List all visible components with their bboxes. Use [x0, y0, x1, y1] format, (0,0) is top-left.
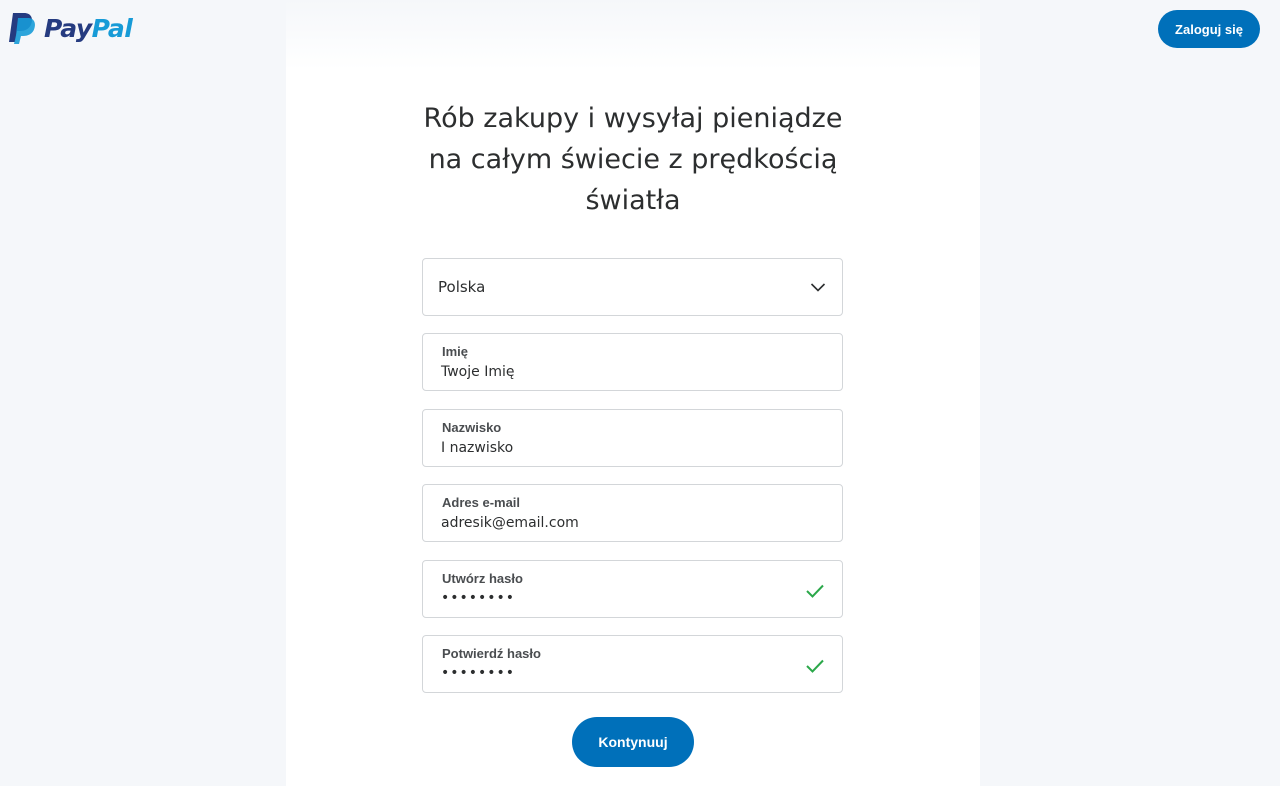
password-field[interactable]: Utwórz hasło ••••••••: [422, 560, 843, 618]
email-label: Adres e-mail: [442, 495, 521, 510]
last-name-input[interactable]: I nazwisko: [441, 440, 513, 456]
password-input[interactable]: ••••••••: [441, 590, 515, 606]
logo-text-pay: Pay: [44, 13, 92, 43]
checkmark-icon: [806, 584, 824, 598]
last-name-field[interactable]: Nazwisko I nazwisko: [422, 409, 843, 467]
logo-text-pal: Pal: [91, 13, 133, 43]
paypal-wordmark: PayPal: [44, 13, 133, 43]
password-label: Utwórz hasło: [442, 571, 523, 586]
password-confirm-input[interactable]: ••••••••: [441, 665, 515, 681]
signup-page: PayPal Zaloguj się Rób zakupy i wysyłaj …: [0, 0, 1280, 786]
paypal-logo[interactable]: PayPal: [6, 10, 133, 46]
password-confirm-field[interactable]: Potwierdź hasło ••••••••: [422, 635, 843, 693]
last-name-label: Nazwisko: [442, 420, 502, 435]
first-name-label: Imię: [442, 344, 469, 359]
country-select-value: Polska: [438, 278, 486, 296]
continue-button[interactable]: Kontynuuj: [572, 717, 694, 767]
chevron-down-icon: [810, 283, 826, 292]
first-name-field[interactable]: Imię Twoje Imię: [422, 333, 843, 391]
password-confirm-label: Potwierdź hasło: [442, 646, 541, 661]
paypal-monogram-icon: [9, 13, 35, 44]
email-field[interactable]: Adres e-mail adresik@email.com: [422, 484, 843, 542]
checkmark-icon: [806, 659, 824, 673]
page-title: Rób zakupy i wysyłaj pieniądze na całym …: [286, 98, 980, 221]
login-button[interactable]: Zaloguj się: [1158, 10, 1260, 48]
first-name-input[interactable]: Twoje Imię: [441, 364, 514, 380]
page-title-line-2: na całym świecie z prędkością: [428, 144, 838, 175]
page-title-line-3: światła: [585, 185, 681, 216]
country-select[interactable]: Polska: [422, 258, 843, 316]
email-input[interactable]: adresik@email.com: [441, 515, 579, 531]
page-title-line-1: Rób zakupy i wysyłaj pieniądze: [423, 103, 843, 134]
